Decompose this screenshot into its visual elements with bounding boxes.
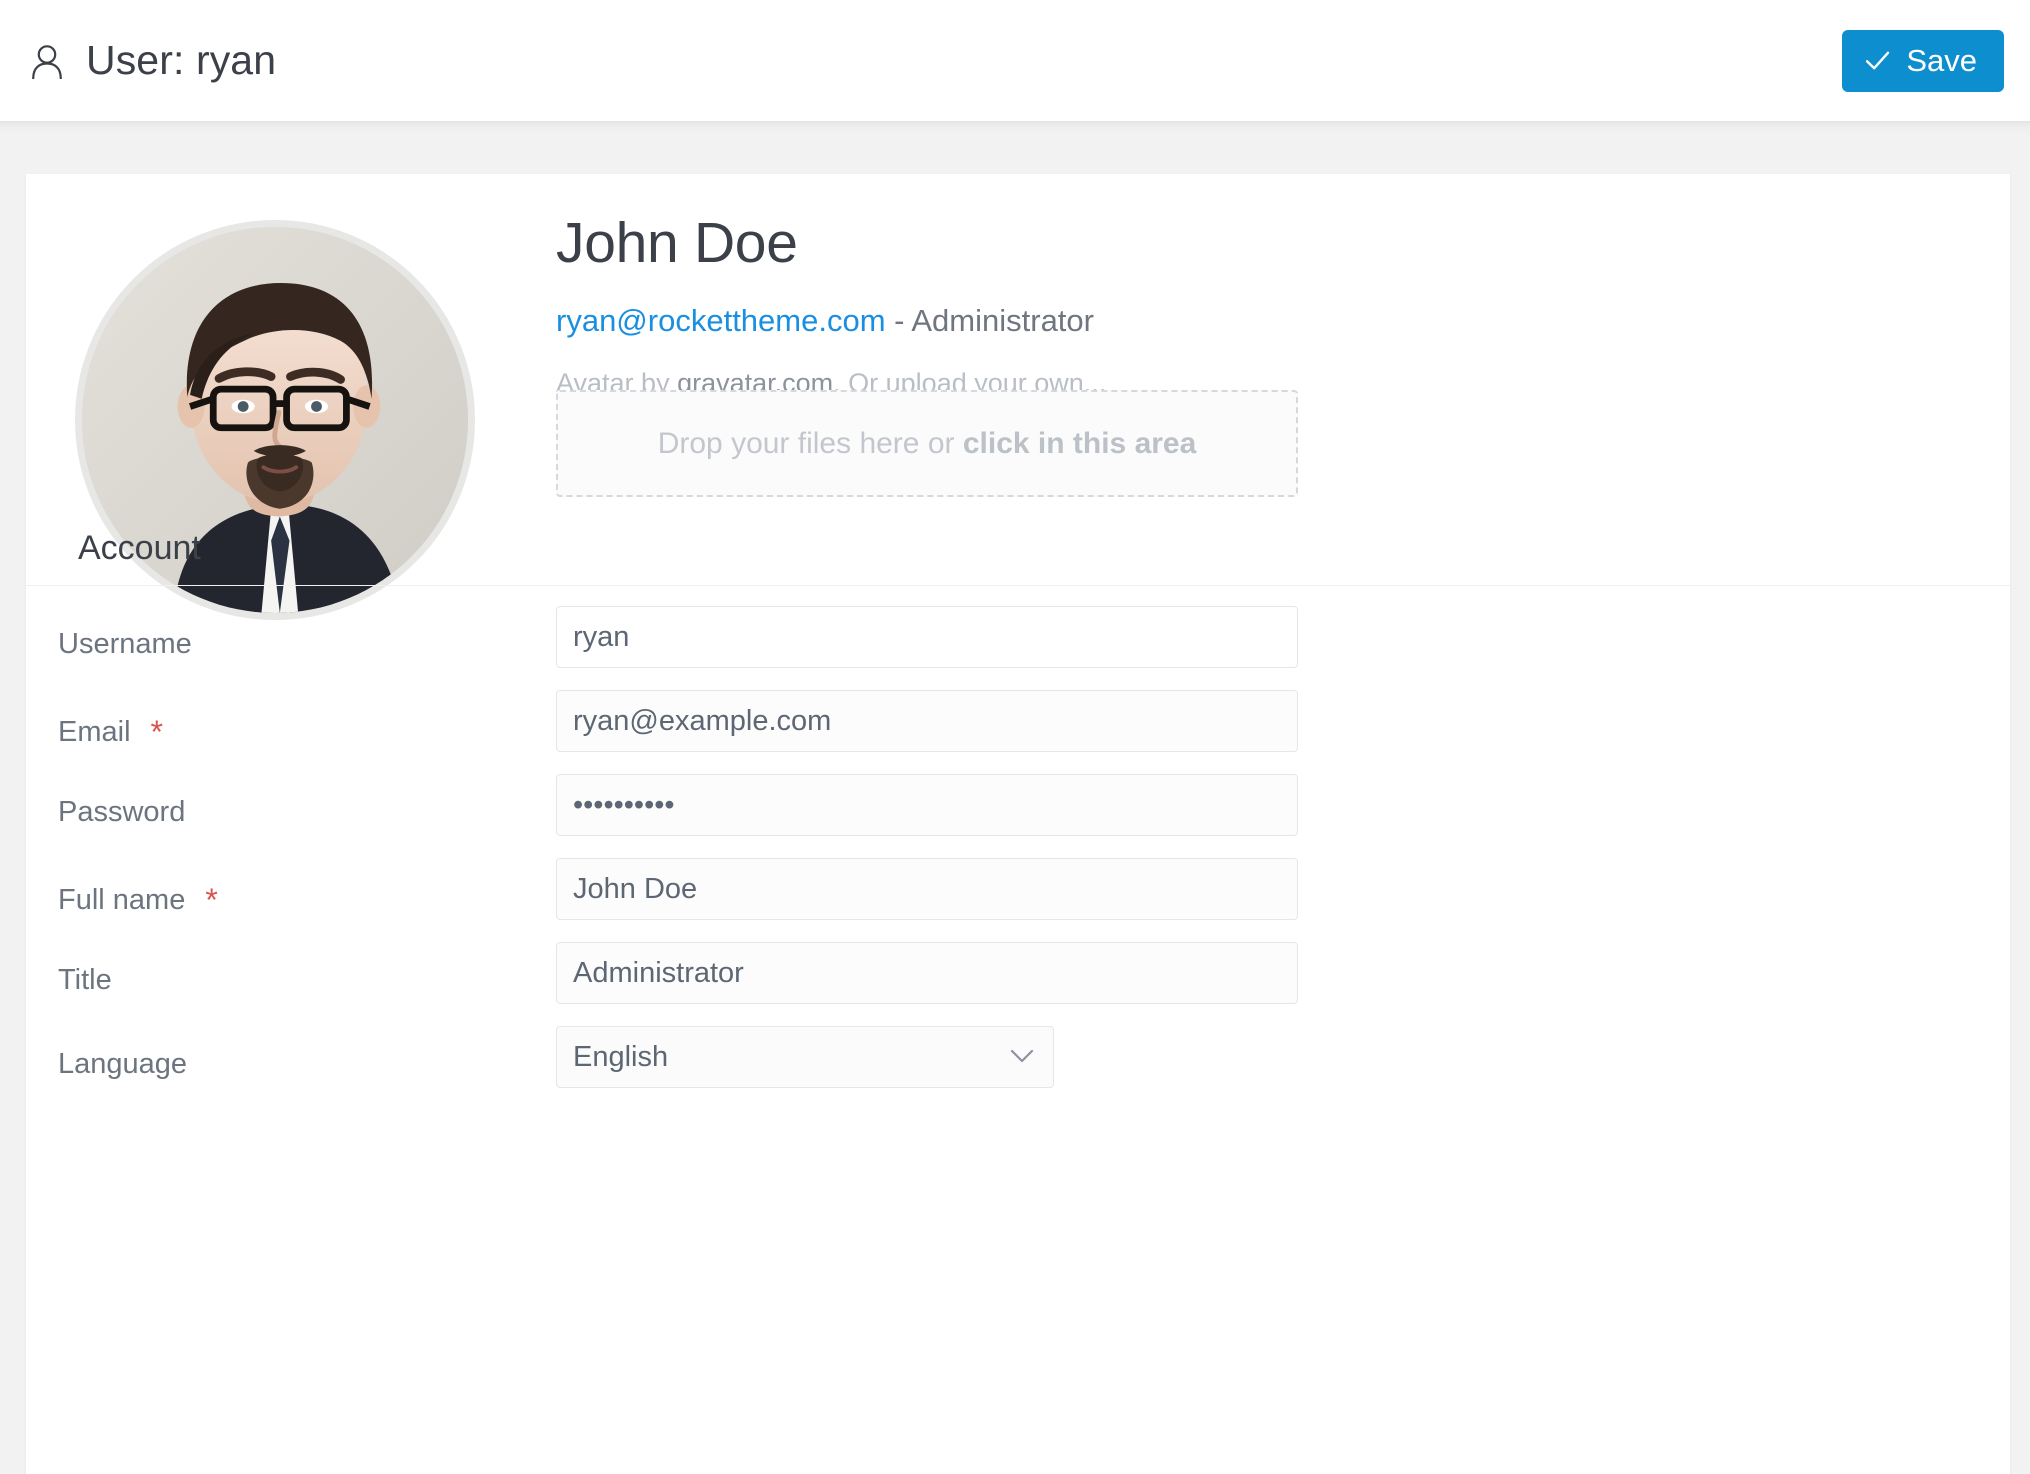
user-profile-card: John Doe ryan@rockettheme.com - Administ… xyxy=(26,174,2010,1474)
form-row-password: Password xyxy=(26,774,2010,858)
password-input[interactable] xyxy=(556,774,1298,836)
label-fullname-text: Full name xyxy=(58,884,186,916)
profile-subtitle: ryan@rockettheme.com - Administrator xyxy=(556,302,1970,339)
profile-role: Administrator xyxy=(911,302,1094,338)
page-title: User: ryan xyxy=(86,37,277,83)
dropzone-text-bold: click in this area xyxy=(962,426,1197,460)
field-wrap-email xyxy=(556,690,1298,752)
file-dropzone[interactable]: Drop your files here or click in this ar… xyxy=(556,390,1298,497)
form-row-username: Username xyxy=(26,606,2010,690)
form-row-fullname: Full name * xyxy=(26,858,2010,942)
label-language: Language xyxy=(58,1050,187,1079)
form-row-email: Email * xyxy=(26,690,2010,774)
profile-section: John Doe ryan@rockettheme.com - Administ… xyxy=(26,174,2010,679)
label-title: Title xyxy=(58,966,112,995)
fullname-input[interactable] xyxy=(556,858,1298,920)
section-divider xyxy=(26,585,2010,586)
field-wrap-password xyxy=(556,774,1298,836)
dropzone-label: Drop your files here or click in this ar… xyxy=(657,426,1197,460)
header-shadow xyxy=(0,121,2030,135)
check-icon xyxy=(1864,47,1891,74)
page-title-group: User: ryan xyxy=(28,40,276,81)
label-title-text: Title xyxy=(58,964,112,996)
dropzone-text-plain: Drop your files here or xyxy=(657,426,963,460)
profile-email-link[interactable]: ryan@rockettheme.com xyxy=(556,303,886,338)
email-input[interactable] xyxy=(556,690,1298,752)
save-button-label: Save xyxy=(1906,43,1977,78)
required-asterisk-fullname: * xyxy=(205,882,218,918)
label-password: Password xyxy=(58,798,185,827)
required-asterisk-email: * xyxy=(150,714,163,750)
form-row-title: Title xyxy=(26,942,2010,1026)
label-language-text: Language xyxy=(58,1048,188,1080)
profile-text-block: John Doe ryan@rockettheme.com - Administ… xyxy=(556,174,1970,399)
field-wrap-fullname xyxy=(556,858,1298,920)
field-wrap-title xyxy=(556,942,1298,1004)
label-password-text: Password xyxy=(58,796,186,828)
profile-role-separator: - xyxy=(885,302,912,338)
label-username-text: Username xyxy=(58,628,192,660)
account-form: Username Email * Password xyxy=(26,606,2010,1110)
label-fullname: Full name * xyxy=(58,882,218,918)
save-button[interactable]: Save xyxy=(1842,29,2004,92)
username-input[interactable] xyxy=(556,606,1298,668)
language-select-wrap xyxy=(556,1026,1054,1088)
form-row-language: Language xyxy=(26,1026,2010,1110)
label-email: Email * xyxy=(58,714,163,750)
field-wrap-username xyxy=(556,606,1298,668)
label-email-text: Email xyxy=(58,716,131,748)
language-select[interactable] xyxy=(556,1026,1054,1088)
field-wrap-language xyxy=(556,1026,1054,1088)
profile-name: John Doe xyxy=(556,211,798,275)
title-input[interactable] xyxy=(556,942,1298,1004)
top-header-bar: User: ryan Save xyxy=(0,0,2030,121)
person-icon xyxy=(30,43,64,80)
label-username: Username xyxy=(58,630,192,659)
account-section-title: Account xyxy=(78,529,201,567)
